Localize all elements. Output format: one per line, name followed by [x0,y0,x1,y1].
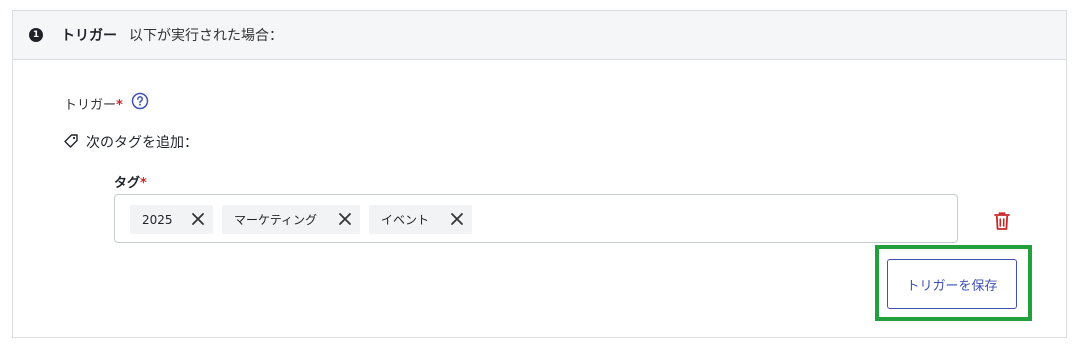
help-circle-icon[interactable] [131,92,149,110]
tags-field-label: タグ* [114,172,147,191]
required-mark: * [116,98,123,113]
remove-tag-icon[interactable] [450,212,464,226]
step-number-badge: 1 [29,28,43,42]
tags-label-text: タグ [114,176,141,191]
trigger-panel: 1 トリガー 以下が実行された場合： トリガー* 次のタグを追加： タグ* 20… [12,10,1067,338]
tag-chip: 2025 [130,205,213,234]
add-tags-action-label: 次のタグを追加： [86,135,198,151]
step-title: トリガー [61,28,117,44]
tag-chip: マーケティング [222,205,360,234]
save-trigger-button[interactable]: トリガーを保存 [887,259,1017,309]
step-subtitle: 以下が実行された場合： [129,28,283,44]
tag-chip-label: マーケティング [234,213,318,227]
panel-header: 1 トリガー 以下が実行された場合： [13,11,1066,60]
trigger-field-label: トリガー* [64,94,123,113]
required-mark: * [140,176,147,191]
trigger-label-text: トリガー [64,98,117,113]
tag-chip-label: 2025 [142,212,173,227]
tag-chip: イベント [369,205,472,234]
trash-icon[interactable] [993,211,1011,231]
tag-chip-label: イベント [381,213,430,227]
tags-input[interactable]: 2025 マーケティング イベント [114,194,958,243]
remove-tag-icon[interactable] [338,212,352,226]
tag-icon [64,134,78,148]
remove-tag-icon[interactable] [191,212,205,226]
